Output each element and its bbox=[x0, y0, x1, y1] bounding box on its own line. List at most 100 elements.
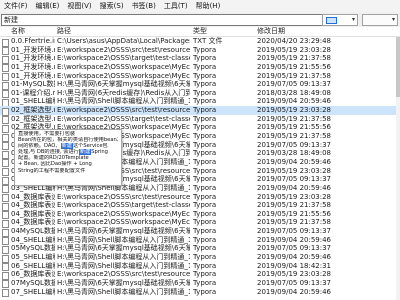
table-row[interactable]: 04_数据库表设...E:\workspace2\OSSS\src\test\r… bbox=[0, 192, 400, 203]
modified-date: 2019/05/19 21:37:58 bbox=[257, 132, 332, 141]
file-type: Typora bbox=[193, 54, 217, 63]
view-mode-button[interactable]: ▾ bbox=[362, 14, 398, 26]
file-path: H:\黑马青网\Shell脚本编程从入门到精通_123\... bbox=[57, 253, 190, 262]
file-path: E:\workspace2\OSSS\workspace\MyEclipse C… bbox=[57, 218, 190, 227]
file-path: H:\黑马青网\Shell脚本编程从入门到精通_123\... bbox=[57, 261, 190, 270]
modified-date: 2019/05/19 21:37:58 bbox=[257, 218, 332, 227]
table-row[interactable]: 04MySQL数据...H:\黑马青网\6天掌握mysql基础视频\6天掌握m.… bbox=[0, 227, 400, 237]
table-row[interactable]: 04_数据库表设...E:\workspace2\OSSS\workspace\… bbox=[0, 218, 400, 228]
file-name: 05_SHELL编程... bbox=[11, 253, 55, 262]
table-row[interactable]: 06_数据库表设...E:\workspace2\OSSS\src\test\r… bbox=[0, 270, 400, 280]
search-filter-dropdown[interactable]: ▾ bbox=[322, 14, 358, 26]
menu-item[interactable]: 工具(T) bbox=[160, 0, 192, 12]
menu-item[interactable]: 编辑(E) bbox=[32, 0, 64, 12]
modified-date: 2019/09/04 18:42:31 bbox=[257, 261, 332, 270]
file-path: H:\黑马青网\Shell脚本编程从入门到精通_123\... bbox=[57, 97, 190, 106]
table-row[interactable]: 04_数据库表设...E:\workspace2\OSSS\workspace\… bbox=[0, 209, 400, 220]
file-type: Typora bbox=[193, 132, 217, 141]
table-row[interactable]: 01_开发环境.mdE:\workspace2\OSSS\workspace\M… bbox=[0, 62, 400, 73]
table-row[interactable]: 04_SHELL编程...H:\黑马青网\Shell脚本编程从入门到精通_123… bbox=[0, 235, 400, 246]
menu-item[interactable]: 视图(V) bbox=[63, 0, 95, 12]
file-path: E:\workspace2\OSSS\src\test\resources\do… bbox=[57, 45, 190, 54]
vertical-scrollbar[interactable] bbox=[396, 37, 400, 300]
file-name: 04_数据库表设... bbox=[11, 209, 55, 218]
file-type: Typora bbox=[193, 209, 217, 218]
column-date-header[interactable]: 修改日期 bbox=[257, 27, 285, 36]
table-row[interactable]: 01_开发环境.mdE:\workspace2\OSSS\src\test\re… bbox=[0, 45, 400, 56]
file-path: H:\黑马青网\6天掌握mysql基础视频\6天掌握m... bbox=[57, 278, 190, 287]
file-type: Typora bbox=[193, 71, 217, 80]
modified-date: 2019/05/19 23:03:28 bbox=[257, 45, 332, 54]
table-row[interactable]: 0.0.Ffertrie.in...C:\Users\asus\AppData\… bbox=[0, 37, 400, 47]
file-path: H:\黑马青网\Shell脚本编程从入门到精通_123\... bbox=[57, 287, 190, 296]
file-type: Typora bbox=[193, 227, 217, 236]
menu-item[interactable]: 书签(B) bbox=[128, 0, 160, 12]
file-type: Typora bbox=[193, 149, 217, 158]
modified-date: 2020/04/20 23:29:48 bbox=[257, 37, 332, 45]
file-type: Typora bbox=[193, 287, 217, 296]
table-row[interactable]: 05MySQL数据...H:\黑马青网\6天掌握mysql基础视频\6天掌握m.… bbox=[0, 244, 400, 254]
file-type: Typora bbox=[193, 278, 217, 287]
table-row[interactable]: 01_SHELL编程...H:\黑马青网\Shell脚本编程从入门到精通_123… bbox=[0, 97, 400, 107]
table-row[interactable]: 02_框架选型.mdE:\workspace2\OSSS\target\test… bbox=[0, 114, 400, 125]
tooltip-text: Bean所在的包，相关的类请自行使用bean之 bbox=[18, 137, 118, 144]
file-type: Typora bbox=[193, 157, 217, 166]
file-name: 02_框架选型.md bbox=[11, 114, 55, 123]
file-type: Typora bbox=[193, 88, 217, 97]
file-name: 04_数据库表设... bbox=[11, 218, 55, 227]
column-name-header[interactable]: 名称 bbox=[11, 27, 25, 36]
table-row[interactable]: 07_SHELL编程...H:\黑马青网\Shell脚本编程从入门到精通_123… bbox=[0, 287, 400, 298]
file-name: 01_开发环境.md bbox=[11, 54, 55, 63]
column-path-header[interactable]: 路径 bbox=[57, 27, 71, 36]
table-row[interactable]: 06_SHELL编程...H:\黑马青网\Shell脚本编程从入门到精通_123… bbox=[0, 261, 400, 272]
file-name: 01-课程介绍.md bbox=[11, 88, 55, 97]
table-row[interactable]: 01_开发环境.mdE:\workspace2\OSSS\target\test… bbox=[0, 54, 400, 64]
file-preview-tooltip: 直接使用，不需要打包装 Bean所在的包，相关的类请自行使用bean之 间的依赖。D… bbox=[14, 129, 122, 186]
modified-date: 2019/03/28 18:49:08 bbox=[257, 149, 332, 158]
table-row[interactable]: 02_框架选型.mdE:\workspace2\OSSS\src\test\re… bbox=[0, 106, 400, 116]
table-row[interactable]: 01_开发环境.mdE:\workspace2\OSSS\workspace\M… bbox=[0, 71, 400, 82]
file-type: Typora bbox=[193, 235, 217, 244]
column-header: 名称 路径 类型 修改日期 bbox=[0, 27, 400, 37]
modified-date: 2019/05/19 23:03:28 bbox=[257, 106, 332, 115]
modified-date: 2019/09/04 20:59:46 bbox=[257, 253, 332, 262]
file-name: 05MySQL数据... bbox=[11, 244, 55, 253]
file-path: E:\workspace2\OSSS\target\test-classes\d… bbox=[57, 114, 190, 123]
file-type: Typora bbox=[193, 183, 217, 192]
file-type: Typora bbox=[193, 123, 217, 132]
file-type: Typora bbox=[193, 244, 217, 253]
modified-date: 2019/07/05 09:13:37 bbox=[257, 244, 332, 253]
file-name: 01_开发环境.md bbox=[11, 62, 55, 71]
menu-item[interactable]: 文件(F) bbox=[0, 0, 32, 12]
modified-date: 2019/09/04 20:59:46 bbox=[257, 235, 332, 244]
file-path: E:\workspace2\OSSS\workspace\MyEclipse C… bbox=[57, 62, 190, 71]
file-type: TXT 文件 bbox=[193, 37, 223, 45]
menu-item[interactable]: 帮助(H) bbox=[192, 0, 225, 12]
modified-date: 2019/05/19 21:55:56 bbox=[257, 209, 332, 218]
column-type-header[interactable]: 类型 bbox=[193, 27, 207, 36]
scrollbar-thumb[interactable] bbox=[396, 37, 400, 97]
file-type: Typora bbox=[193, 192, 217, 201]
file-name: 04_数据库表设... bbox=[11, 201, 55, 210]
table-row[interactable]: 07MySQL数据...H:\黑马青网\6天掌握mysql基础视频\6天掌握m.… bbox=[0, 278, 400, 289]
chevron-down-icon: ▾ bbox=[391, 16, 395, 23]
table-row[interactable]: 04_数据库表设...E:\workspace2\OSSS\target\tes… bbox=[0, 201, 400, 211]
modified-date: 2019/05/19 21:37:58 bbox=[257, 114, 332, 123]
tooltip-text: 处理,与 DB的连接, 会进行 bbox=[18, 149, 79, 156]
table-row[interactable]: 01-课程介绍.mdH:\黑马青网(6天redis缓存)\Redis从入门到..… bbox=[0, 88, 400, 99]
search-match-highlight: 新建 bbox=[78, 149, 92, 156]
modified-date: 2019/09/04 20:59:46 bbox=[257, 287, 332, 296]
file-path: H:\黑马青网(6天redis缓存)\Redis从入门到... bbox=[57, 88, 190, 97]
file-path: E:\workspace2\OSSS\target\test-classes\d… bbox=[57, 54, 190, 63]
file-type: Typora bbox=[193, 218, 217, 227]
table-row[interactable]: 05_SHELL编程...H:\黑马青网\Shell脚本编程从入门到精通_123… bbox=[0, 253, 400, 263]
search-toolbar: 新建 ▾ ▾ bbox=[0, 12, 400, 28]
menu-item[interactable]: 搜索(S) bbox=[96, 0, 128, 12]
file-type: Typora bbox=[193, 270, 217, 279]
file-icon bbox=[2, 289, 9, 298]
table-row[interactable]: 01-MySQL数据...H:\黑马青网\6天掌握mysql基础视频\6天掌握m… bbox=[0, 80, 400, 90]
modified-date: 2019/05/19 23:03:28 bbox=[257, 192, 332, 201]
search-input[interactable]: 新建 bbox=[1, 14, 325, 26]
tooltip-text: Spring bbox=[91, 149, 108, 156]
file-type: Typora bbox=[193, 114, 217, 123]
